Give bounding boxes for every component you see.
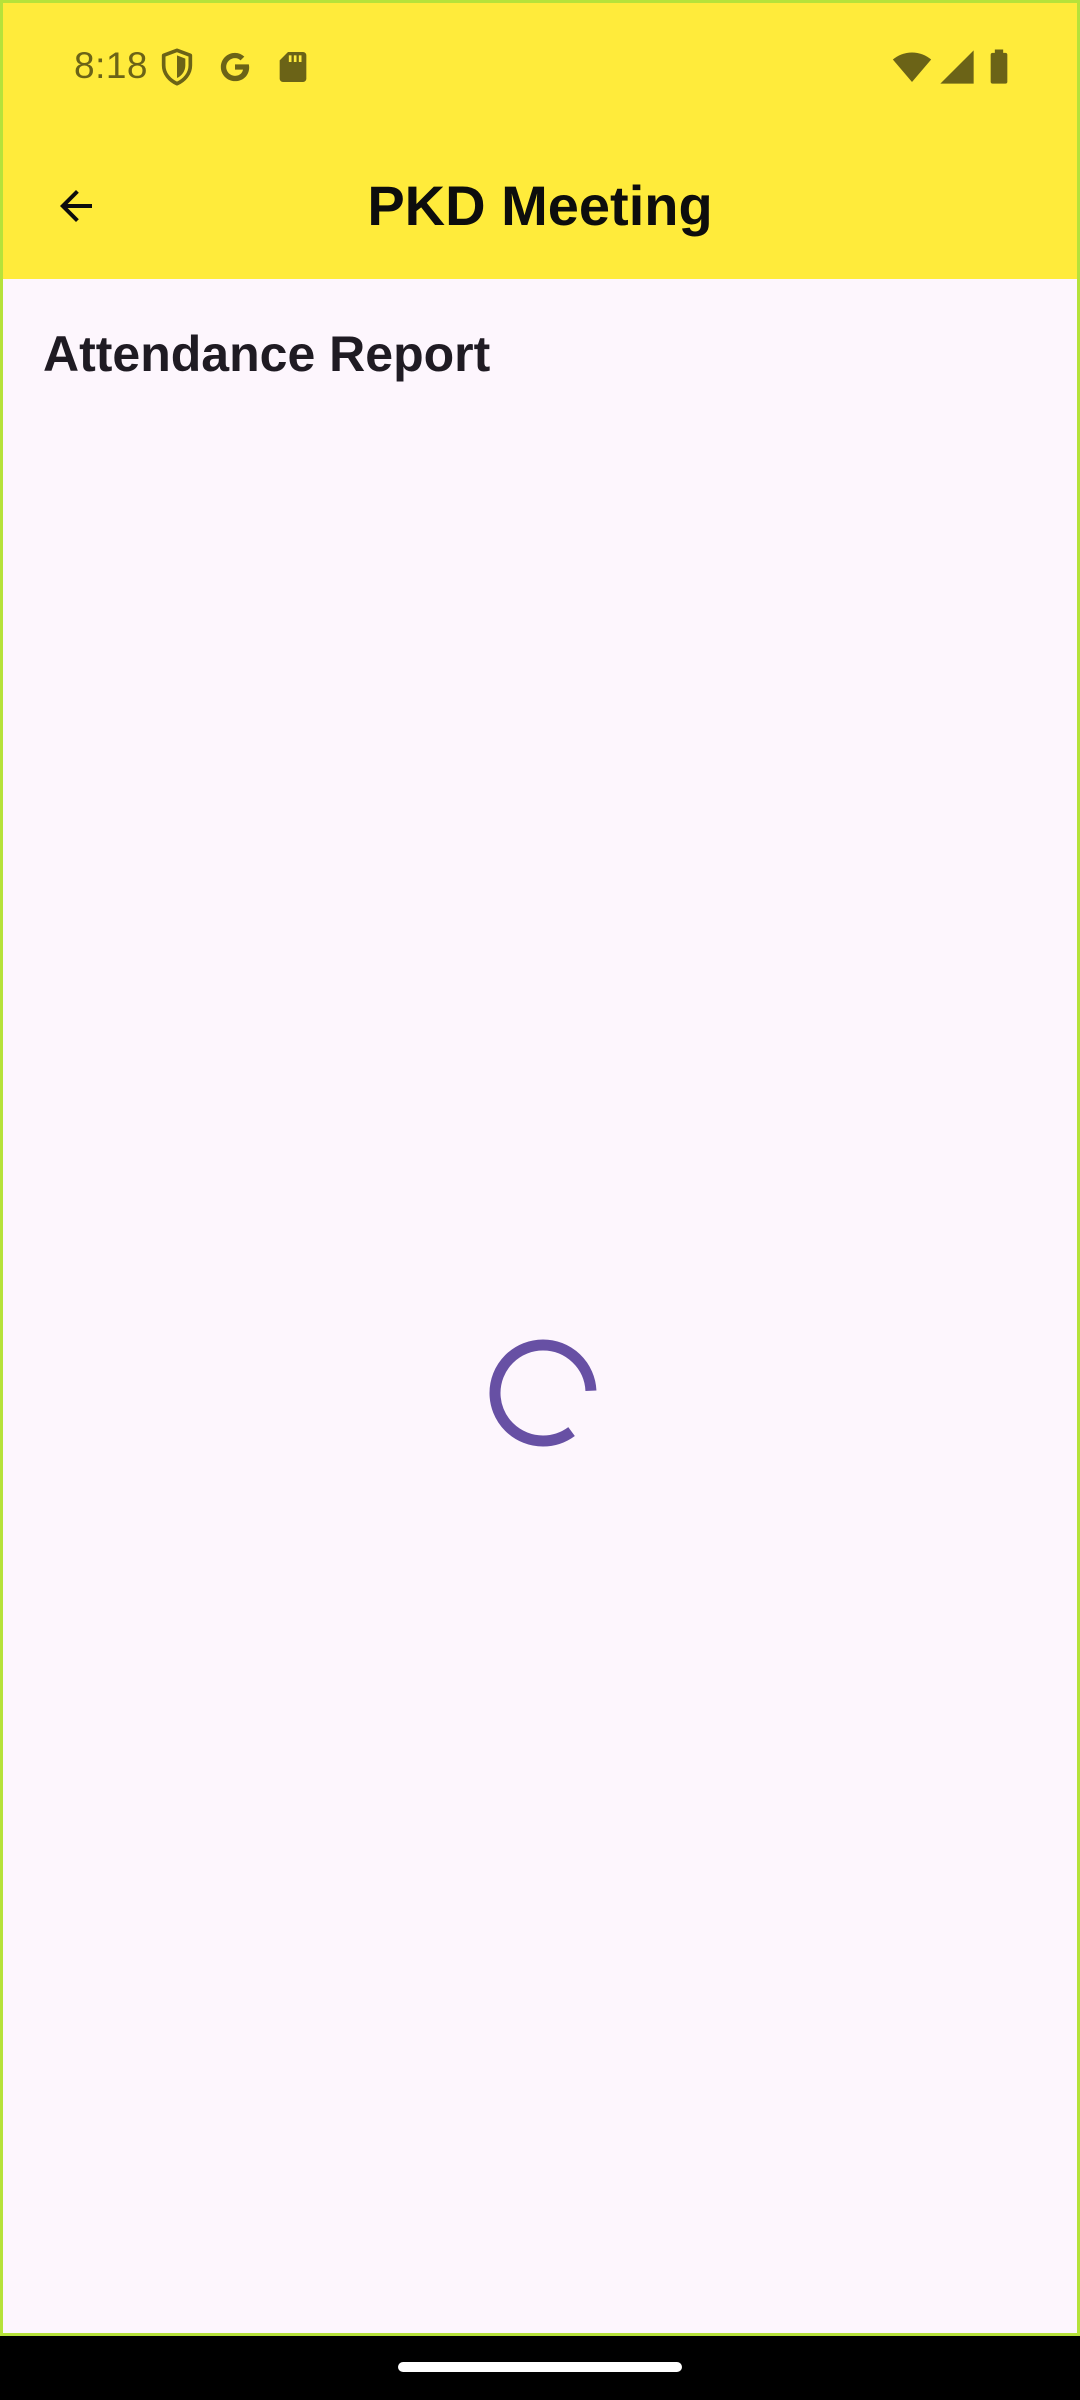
loading-spinner [487,1337,599,1449]
app-bar: PKD Meeting [3,133,1077,279]
battery-icon [979,47,1019,87]
attendance-report-heading: Attendance Report [43,326,491,382]
arrow-back-icon [60,190,92,222]
cell-signal-icon [937,47,977,87]
back-button[interactable] [33,163,119,249]
wifi-icon [891,47,933,87]
app-window: 8:18 PKD Meeting Attendance Report [0,0,1080,2336]
phone-screen: 8:18 PKD Meeting Attendance Report [0,0,1080,2400]
top-area: 8:18 PKD Meeting [3,3,1077,279]
google-icon [215,47,255,87]
status-bar: 8:18 [3,3,1077,133]
home-indicator[interactable] [398,2362,682,2372]
shield-icon [157,47,197,87]
sd-card-icon [273,47,313,87]
app-bar-title: PKD Meeting [367,174,713,237]
status-time: 8:18 [74,45,149,86]
